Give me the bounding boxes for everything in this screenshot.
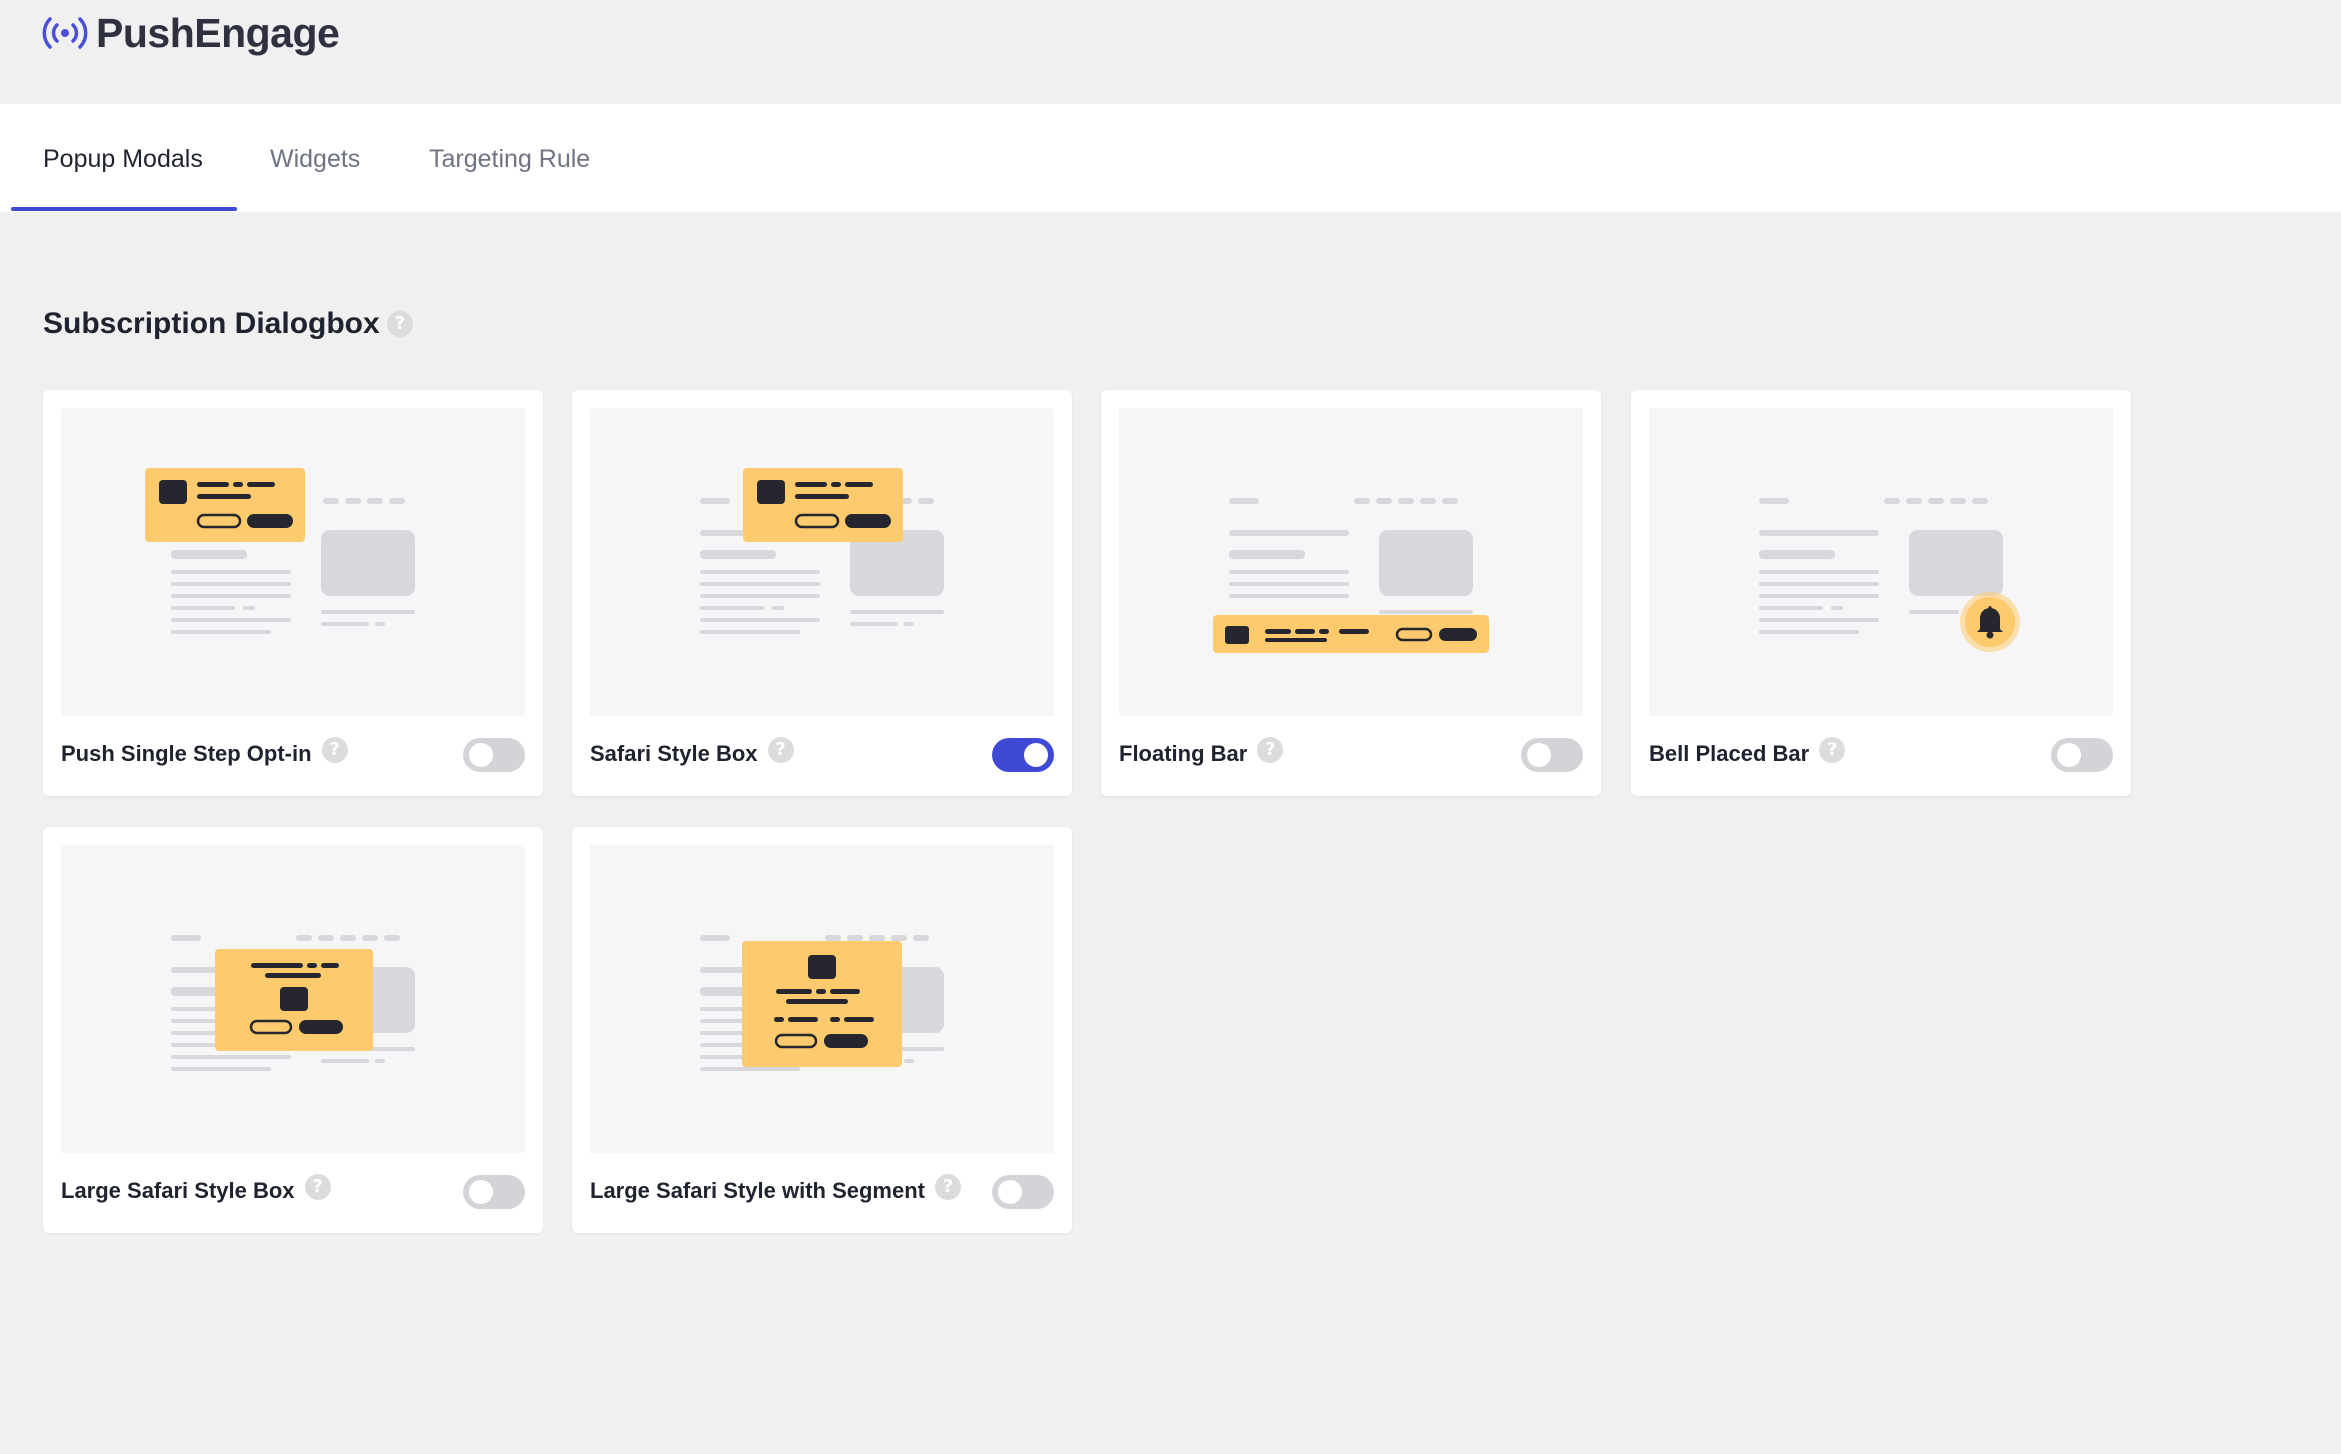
card-title: Safari Style Box: [590, 741, 758, 766]
card-large-safari-style-box: Large Safari Style Box?: [43, 827, 543, 1233]
section-help-icon[interactable]: ?: [387, 311, 413, 337]
card-large-safari-style-with-segment: Large Safari Style with Segment?: [572, 827, 1072, 1233]
card-preview: [61, 408, 525, 716]
card-title: Large Safari Style Box: [61, 1178, 295, 1203]
single-step-preview-illustration: [145, 468, 415, 634]
card-preview: [1119, 408, 1583, 716]
tab-widgets[interactable]: Widgets: [270, 104, 360, 212]
pushengage-logo[interactable]: PushEngage: [42, 8, 340, 58]
broadcast-icon: [42, 17, 88, 49]
toggle-knob: [1527, 743, 1551, 767]
brand-bar: PushEngage: [0, 0, 2341, 104]
question-circle-icon[interactable]: ?: [1257, 737, 1284, 764]
question-circle-icon[interactable]: ?: [304, 1174, 331, 1201]
toggle-knob: [1024, 743, 1048, 767]
card-title: Bell Placed Bar: [1649, 741, 1810, 766]
card-preview: [590, 845, 1054, 1153]
card-label: Large Safari Style with Segment?: [590, 1173, 961, 1209]
enable-toggle[interactable]: [463, 1175, 525, 1209]
enable-toggle[interactable]: [2051, 738, 2113, 772]
question-circle-icon[interactable]: ?: [767, 737, 794, 764]
tab-targeting-rule[interactable]: Targeting Rule: [429, 104, 590, 212]
enable-toggle[interactable]: [992, 1175, 1054, 1209]
card-title: Push Single Step Opt-in: [61, 741, 312, 766]
safari-style-preview-illustration: [700, 468, 944, 634]
toggle-knob: [998, 1180, 1022, 1204]
card-preview: [590, 408, 1054, 716]
toggle-knob: [469, 1180, 493, 1204]
enable-toggle[interactable]: [463, 738, 525, 772]
toggle-knob: [469, 743, 493, 767]
section-title: Subscription Dialogbox: [43, 307, 380, 340]
card-floating-bar: Floating Bar?: [1101, 390, 1601, 796]
card-push-single-step-opt-in: Push Single Step Opt-in?: [43, 390, 543, 796]
card-title: Large Safari Style with Segment: [590, 1178, 925, 1203]
tab-bar: Popup Modals Widgets Targeting Rule: [0, 104, 2341, 212]
toggle-knob: [2057, 743, 2081, 767]
card-bell-placed-bar: Bell Placed Bar?: [1631, 390, 2131, 796]
large-safari-preview-illustration: [171, 935, 415, 1071]
brand-name: PushEngage: [96, 10, 340, 56]
tab-popup-modals[interactable]: Popup Modals: [43, 104, 203, 212]
enable-toggle[interactable]: [992, 738, 1054, 772]
question-circle-icon[interactable]: ?: [1819, 737, 1846, 764]
card-label: Push Single Step Opt-in?: [61, 736, 348, 772]
enable-toggle[interactable]: [1521, 738, 1583, 772]
active-tab-indicator: [11, 207, 237, 211]
card-label: Bell Placed Bar?: [1649, 736, 1846, 772]
floating-bar-preview-illustration: [1213, 498, 1489, 653]
bell-placed-preview-illustration: [1759, 498, 2020, 652]
question-circle-icon[interactable]: ?: [321, 737, 348, 764]
question-circle-icon[interactable]: ?: [934, 1174, 961, 1201]
card-title: Floating Bar: [1119, 741, 1248, 766]
card-preview: [61, 845, 525, 1153]
card-label: Safari Style Box?: [590, 736, 794, 772]
card-safari-style-box: Safari Style Box?: [572, 390, 1072, 796]
card-label: Floating Bar?: [1119, 736, 1284, 772]
large-safari-segment-preview-illustration: [700, 935, 944, 1071]
card-label: Large Safari Style Box?: [61, 1173, 331, 1209]
card-preview: [1649, 408, 2113, 716]
